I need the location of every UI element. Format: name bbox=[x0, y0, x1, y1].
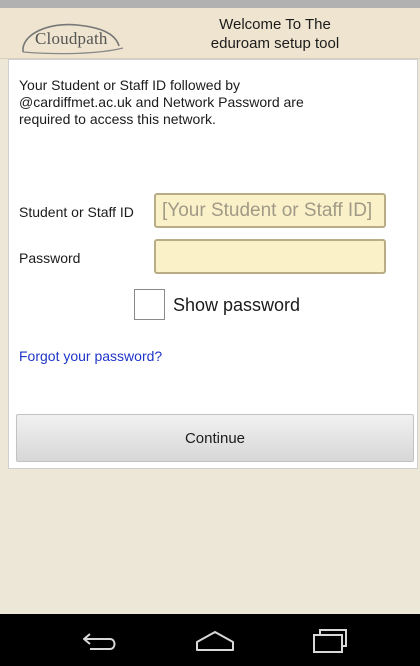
show-password-checkbox[interactable] bbox=[134, 289, 165, 320]
password-input[interactable] bbox=[154, 239, 386, 274]
username-label: Student or Staff ID bbox=[19, 204, 134, 220]
recent-apps-icon[interactable] bbox=[306, 624, 354, 656]
show-password-label[interactable]: Show password bbox=[173, 295, 300, 316]
login-panel: Your Student or Staff ID followed by @ca… bbox=[8, 59, 418, 469]
android-nav-bar bbox=[0, 614, 420, 666]
status-bar-strip bbox=[0, 0, 420, 8]
forgot-password-link[interactable]: Forgot your password? bbox=[19, 348, 162, 364]
username-input[interactable] bbox=[154, 193, 386, 228]
cloudpath-logo: Cloudpath bbox=[19, 22, 129, 56]
continue-button[interactable]: Continue bbox=[16, 414, 414, 462]
intro-line-1: Your Student or Staff ID followed by bbox=[19, 77, 241, 93]
password-label: Password bbox=[19, 250, 81, 266]
title-line-1: Welcome To The bbox=[219, 16, 331, 33]
app-header: Cloudpath Welcome To The eduroam setup t… bbox=[0, 8, 420, 59]
home-icon[interactable] bbox=[191, 624, 239, 656]
page-title: Welcome To The eduroam setup tool bbox=[185, 15, 365, 53]
logo-text: Cloudpath bbox=[35, 29, 108, 48]
intro-text: Your Student or Staff ID followed by @ca… bbox=[19, 77, 389, 128]
intro-line-3: required to access this network. bbox=[19, 111, 216, 127]
back-icon[interactable] bbox=[76, 624, 124, 656]
title-line-2: eduroam setup tool bbox=[210, 35, 340, 52]
intro-line-2: @cardiffmet.ac.uk and Network Password a… bbox=[19, 94, 304, 110]
